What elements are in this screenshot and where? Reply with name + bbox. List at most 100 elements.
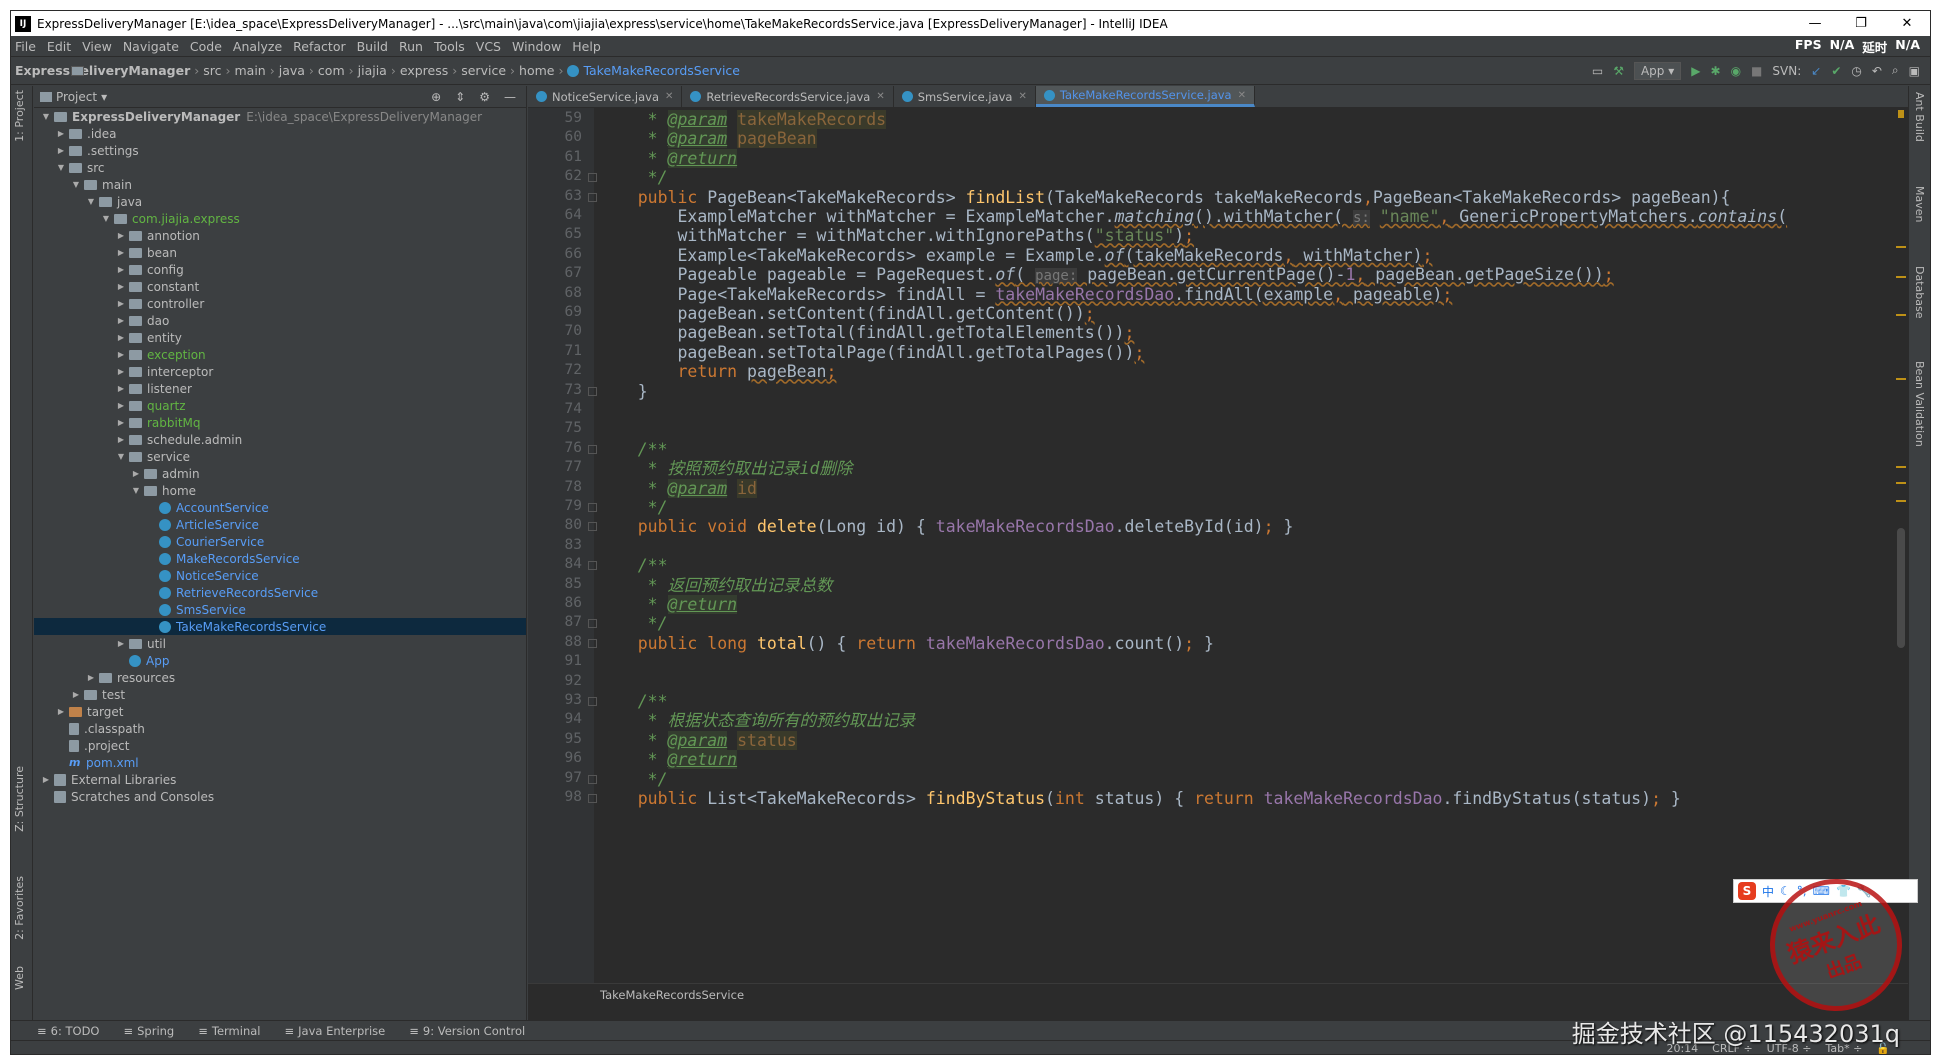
svn-commit-icon[interactable]: ✔ xyxy=(1831,64,1841,78)
tree-item[interactable]: ▶ interceptor xyxy=(34,363,526,380)
breadcrumb-item[interactable]: java › xyxy=(71,63,314,78)
tree-item[interactable]: AccountService xyxy=(34,499,526,516)
chevron-right-icon[interactable]: ▶ xyxy=(115,299,127,308)
coverage-icon[interactable]: ◉ xyxy=(1731,64,1741,78)
breadcrumb-item[interactable]: TakeMakeRecordsService xyxy=(567,63,740,78)
tree-item[interactable]: ▶ annotion xyxy=(34,227,526,244)
line-number[interactable]: 74 xyxy=(542,401,582,417)
line-number[interactable]: 72 xyxy=(542,362,582,378)
tree-item[interactable]: ▶ quartz xyxy=(34,397,526,414)
tree-item[interactable]: ▶ External Libraries xyxy=(34,771,526,788)
chevron-right-icon[interactable]: ▶ xyxy=(70,690,82,699)
chevron-down-icon[interactable]: ▾ xyxy=(101,90,107,104)
code-view[interactable]: * @param takeMakeRecords * @param pageBe… xyxy=(598,108,1893,983)
line-number[interactable]: 76 xyxy=(542,440,582,456)
tree-item[interactable]: ▶ target xyxy=(34,703,526,720)
tree-item[interactable]: ▶ listener xyxy=(34,380,526,397)
bottom-tool-spring[interactable]: ≡ Spring xyxy=(123,1024,174,1038)
bottom-tool-6-todo[interactable]: ≡ 6: TODO xyxy=(37,1024,99,1038)
tree-item[interactable]: Scratches and Consoles xyxy=(34,788,526,805)
fold-marker-icon[interactable] xyxy=(588,697,597,706)
chevron-right-icon[interactable]: ▶ xyxy=(115,265,127,274)
editor-tab[interactable]: SmsService.java ✕ xyxy=(894,86,1036,107)
structure-tool-tab[interactable]: Z: Structure xyxy=(13,766,26,832)
stop-icon[interactable]: ■ xyxy=(1751,64,1762,78)
breadcrumb-item[interactable]: express › xyxy=(71,63,457,78)
line-number[interactable]: 61 xyxy=(542,149,582,165)
run-icon[interactable]: ▶ xyxy=(1691,64,1700,78)
tree-item[interactable]: SmsService xyxy=(34,601,526,618)
line-number[interactable]: 63 xyxy=(542,188,582,204)
chevron-right-icon[interactable]: ▶ xyxy=(55,129,67,138)
scrollbar-thumb[interactable] xyxy=(1897,528,1905,648)
line-number[interactable]: 65 xyxy=(542,226,582,242)
bottom-tool-9-version-control[interactable]: ≡ 9: Version Control xyxy=(409,1024,525,1038)
tree-item[interactable]: ▶ config xyxy=(34,261,526,278)
presentation-icon[interactable]: ▣ xyxy=(1909,64,1920,78)
ime-language[interactable]: 中 xyxy=(1762,883,1774,900)
chevron-right-icon[interactable]: ▶ xyxy=(115,282,127,291)
line-number[interactable]: 83 xyxy=(542,537,582,553)
frame-icon[interactable]: ▭ xyxy=(1592,64,1603,78)
search-icon[interactable]: ⌕ xyxy=(1892,63,1899,78)
line-number[interactable]: 73 xyxy=(542,382,582,398)
restore-button[interactable]: ❐ xyxy=(1838,16,1884,31)
chevron-right-icon[interactable]: ▶ xyxy=(55,146,67,155)
breadcrumb-item[interactable]: src › xyxy=(71,63,230,78)
close-tab-icon[interactable]: ✕ xyxy=(1018,91,1026,102)
tree-item[interactable]: ▶ util xyxy=(34,635,526,652)
line-number[interactable]: 96 xyxy=(542,750,582,766)
line-number[interactable]: 59 xyxy=(542,110,582,126)
chevron-right-icon[interactable]: ▶ xyxy=(115,384,127,393)
fold-marker-icon[interactable] xyxy=(588,386,597,396)
tree-item[interactable]: ▶ rabbitMq xyxy=(34,414,526,431)
menu-view[interactable]: View xyxy=(82,39,112,54)
line-number[interactable]: 84 xyxy=(542,556,582,572)
line-number[interactable]: 78 xyxy=(542,479,582,495)
tree-item[interactable]: ArticleService xyxy=(34,516,526,533)
moon-icon[interactable]: ☾ xyxy=(1780,884,1791,898)
debug-icon[interactable]: ✱ xyxy=(1711,64,1721,78)
tree-item[interactable]: CourierService xyxy=(34,533,526,550)
history-icon[interactable]: ◷ xyxy=(1851,64,1861,78)
tree-item[interactable]: ▶ test xyxy=(34,686,526,703)
web-tool-tab[interactable]: Web xyxy=(13,966,26,990)
line-number[interactable]: 68 xyxy=(542,285,582,301)
fold-marker-icon[interactable] xyxy=(588,503,597,512)
chevron-right-icon[interactable]: ▶ xyxy=(115,639,127,648)
fold-marker-icon[interactable] xyxy=(588,774,597,784)
chevron-right-icon[interactable]: ▶ xyxy=(115,418,127,427)
chevron-right-icon[interactable]: ▶ xyxy=(115,435,127,444)
tree-item[interactable]: App xyxy=(34,652,526,669)
tree-item[interactable]: ▶ schedule.admin xyxy=(34,431,526,448)
line-number[interactable]: 86 xyxy=(542,595,582,611)
line-number[interactable]: 93 xyxy=(542,692,582,708)
fold-marker-icon[interactable] xyxy=(588,561,597,571)
tree-item[interactable]: ▶ entity xyxy=(34,329,526,346)
menu-refactor[interactable]: Refactor xyxy=(293,39,345,54)
tree-item[interactable]: ▼ src xyxy=(34,159,526,176)
chevron-right-icon[interactable]: ▶ xyxy=(55,707,67,716)
tree-item[interactable]: ▼ com.jiajia.express xyxy=(34,210,526,227)
favorites-tool-tab[interactable]: 2: Favorites xyxy=(13,876,26,940)
fold-marker-icon[interactable] xyxy=(588,794,597,803)
warning-stripe[interactable] xyxy=(1896,276,1906,278)
line-number[interactable]: 94 xyxy=(542,711,582,727)
menu-help[interactable]: Help xyxy=(572,39,601,54)
tree-item[interactable]: ▼ service xyxy=(34,448,526,465)
tree-item[interactable]: ▼ main xyxy=(34,176,526,193)
bottom-tool-java-enterprise[interactable]: ≡ Java Enterprise xyxy=(285,1024,386,1038)
line-number[interactable]: 64 xyxy=(542,207,582,223)
fold-marker-icon[interactable] xyxy=(588,173,597,183)
chevron-down-icon[interactable]: ▼ xyxy=(100,214,112,223)
menu-run[interactable]: Run xyxy=(399,39,423,54)
menu-build[interactable]: Build xyxy=(357,39,388,54)
tree-item[interactable]: ▶ constant xyxy=(34,278,526,295)
tree-item[interactable]: ▼ java xyxy=(34,193,526,210)
editor-breadcrumb-class[interactable]: TakeMakeRecordsService xyxy=(600,988,744,1002)
project-panel-title[interactable]: Project xyxy=(56,90,97,104)
ant-build-tool-tab[interactable]: Ant Build xyxy=(1913,92,1926,142)
tree-item[interactable]: m pom.xml xyxy=(34,754,526,771)
tree-item[interactable]: MakeRecordsService xyxy=(34,550,526,567)
tree-item[interactable]: ▶ .settings xyxy=(34,142,526,159)
